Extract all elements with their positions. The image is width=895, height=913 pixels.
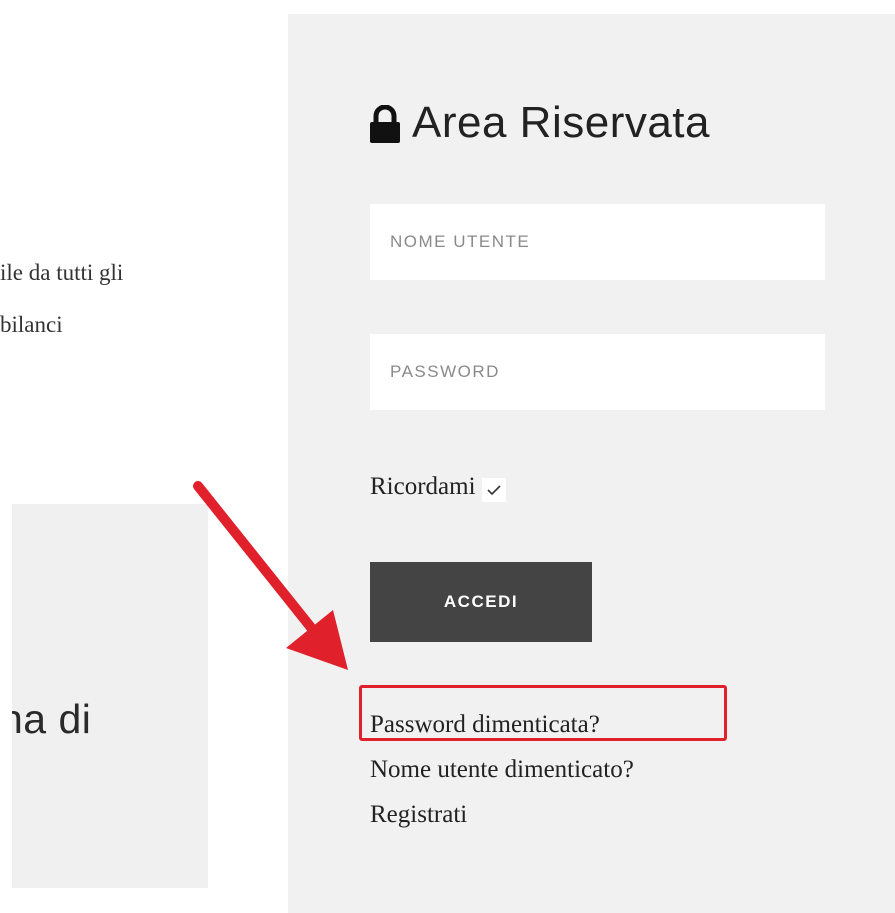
remember-me-checkbox[interactable] [481,478,506,502]
remember-me-label: Ricordami [370,473,476,500]
remember-me[interactable]: Ricordami [370,472,506,502]
password-field[interactable] [370,334,825,410]
background-article-text: ile da tutti gli bilanci [0,258,280,362]
checkmark-icon [486,485,501,496]
article-line-1: ile da tutti gli [0,260,124,285]
lock-icon [370,105,400,143]
account-links: Password dimenticata? Nome utente diment… [370,702,634,837]
page-title: Area Riservata [368,98,710,148]
username-field[interactable] [370,204,825,280]
forgot-password-link[interactable]: Password dimenticata? [370,702,634,747]
register-link[interactable]: Registrati [370,792,634,837]
card-text-fragment-large: na di [12,696,92,742]
forgot-username-link[interactable]: Nome utente dimenticato? [370,747,634,792]
login-panel: Area Riservata Ricordami ACCEDI Password… [288,14,895,913]
login-button[interactable]: ACCEDI [370,562,592,642]
page-title-text: Area Riservata [412,98,711,147]
article-line-2: bilanci [0,312,63,337]
background-card: e na di [12,504,208,888]
